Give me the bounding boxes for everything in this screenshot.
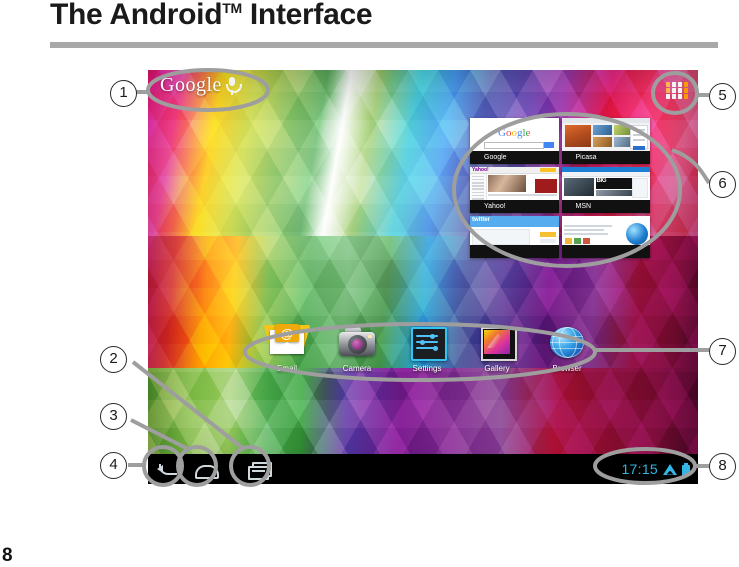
callout-3[interactable]: 3 [100,403,127,430]
bookmark-card[interactable]: twitter [470,216,559,258]
bookmark-card[interactable]: Google Google [470,118,559,164]
bookmark-label: Yahoo! [470,200,559,213]
camera-icon [337,322,377,362]
callout-4[interactable]: 4 [100,452,127,479]
email-icon: @ [263,322,311,362]
bookmark-label [561,245,650,258]
page-title: The AndroidTM Interface [50,0,373,32]
google-thumb-logo: Google [498,127,531,139]
app-label: Camera [342,364,372,373]
app-label: Browser [552,364,582,373]
app-shortcut-browser[interactable]: Browser [536,322,598,373]
battery-icon [682,462,690,476]
yahoo-thumbnail: Yahoo! [470,167,559,200]
callout-1[interactable]: 1 [110,80,137,107]
tablet-screen: Google Google Google Picasa Yahoo! Yahoo… [148,70,698,484]
browser-icon [547,322,587,362]
twitter-thumbnail: twitter [470,216,559,245]
bookmark-card[interactable] [561,216,650,258]
settings-icon [407,322,447,362]
back-arrow-icon[interactable] [156,460,182,478]
bing-thumbnail [561,216,650,245]
twitter-thumb-logo: twitter [472,217,490,223]
google-search-logo[interactable]: Google [160,74,222,97]
title-divider [50,42,718,48]
status-clock: 17:15 [621,461,658,477]
msn-thumbnail: BIG [561,167,650,200]
app-label: Settings [412,364,442,373]
callout-7[interactable]: 7 [709,338,736,365]
status-bar[interactable]: 17:15 [621,458,690,480]
gallery-icon [477,322,517,362]
navigation-bar: 17:15 [148,454,698,484]
bookmark-card[interactable]: BIG MSN [561,167,650,213]
bookmark-label: Picasa [561,151,650,164]
microphone-icon[interactable] [226,77,242,95]
page-root: The AndroidTM Interface 8 Google Google … [0,0,739,566]
callout-6[interactable]: 6 [709,171,736,198]
trademark-symbol: TM [222,0,242,16]
app-label: Gallery [484,364,510,373]
bookmark-card[interactable]: Picasa [561,118,650,164]
callout-2[interactable]: 2 [100,346,127,373]
google-thumbnail: Google [470,118,559,151]
recent-apps-icon[interactable] [246,460,272,480]
bookmark-label: MSN [561,200,650,213]
picasa-thumbnail [561,118,650,151]
page-title-suffix: Interface [241,0,373,31]
callout-8[interactable]: 8 [709,453,736,480]
app-shortcut-gallery[interactable]: Gallery [466,322,528,373]
home-icon[interactable] [192,460,219,479]
bookmark-label [470,245,559,258]
yahoo-thumb-logo: Yahoo! [472,167,489,173]
apps-grid-icon[interactable] [666,82,688,99]
msn-thumb-headline: BIG [595,178,633,189]
bookmark-label: Google [470,151,559,164]
app-shortcut-email[interactable]: @ Email [256,322,318,373]
app-shortcut-camera[interactable]: Camera [326,322,388,373]
app-shortcuts-row: @ Email Camera Settings Gallery Browser [148,322,698,380]
app-label: Email [276,364,297,373]
app-shortcut-settings[interactable]: Settings [396,322,458,373]
callout-5[interactable]: 5 [709,83,736,110]
page-title-main: The Android [50,0,223,31]
page-number: 8 [2,545,13,566]
wifi-icon [663,463,677,475]
bookmark-card[interactable]: Yahoo! Yahoo! [470,167,559,213]
bookmarks-widget[interactable]: Google Google Picasa Yahoo! Yahoo! BIG M… [470,118,650,260]
